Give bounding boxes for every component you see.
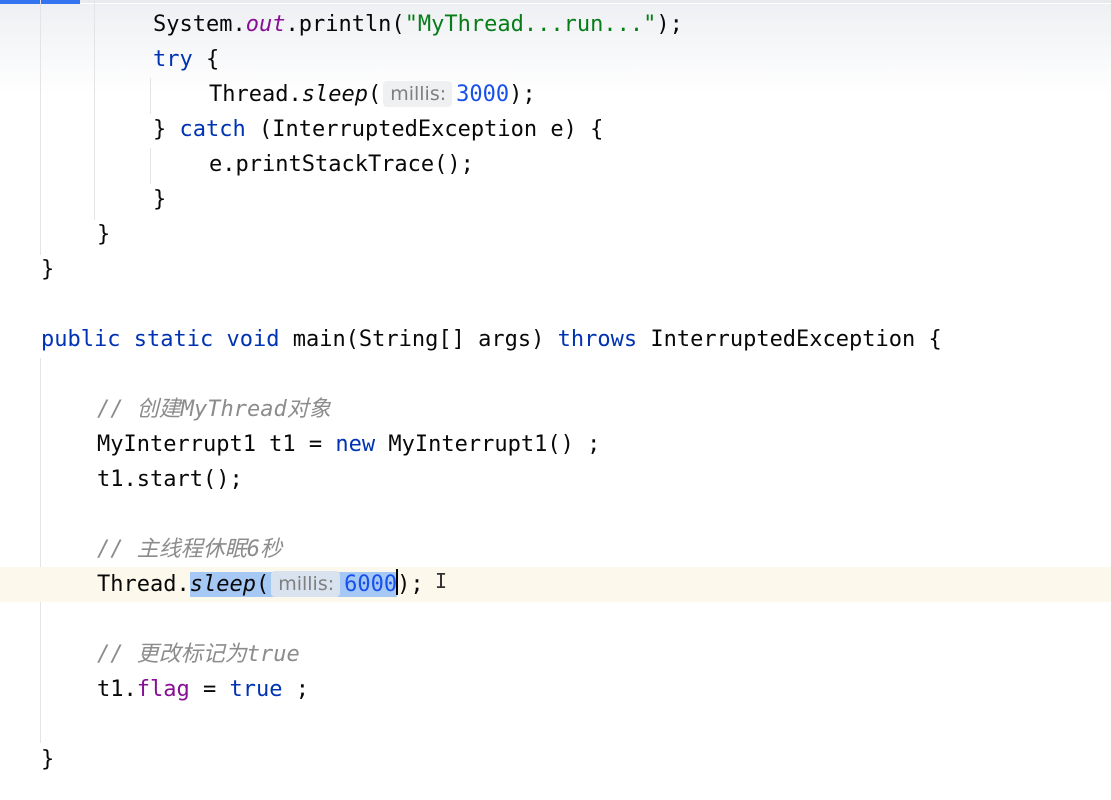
code-token: MyInterrupt1 t1 = [97,432,336,457]
keyword-token: public [41,327,121,352]
code-token: Thread. [209,82,302,107]
code-line-close-class[interactable]: } [0,252,1111,287]
tab-bar-border [80,0,1111,3]
text-selection[interactable]: sleep(millis: 6000 [189,571,398,597]
code-token: t1. [97,677,137,702]
parameter-hint: millis: [383,81,453,107]
keyword-token: new [335,432,376,457]
code-line-close-run[interactable]: } [0,217,1111,252]
code-token: ( [367,82,382,107]
code-editor[interactable]: System.out.println("MyThread...run...");… [0,0,1111,800]
code-token: ); [656,12,683,37]
keyword-token: throws [557,327,638,352]
code-token: MyInterrupt1() ; [375,432,601,457]
brace-token: } [153,187,167,212]
field-token: flag [136,677,190,702]
code-line-inner-sleep[interactable]: Thread.sleep(millis: 3000); [0,77,1111,112]
code-token: (InterruptedException e) { [245,117,604,142]
code-line-close-try[interactable]: } [0,182,1111,217]
keyword-token: void [226,327,280,352]
method-token: sleep [301,82,368,107]
brace-token: } [41,257,55,282]
code-line-start-call[interactable]: t1.start(); [0,462,1111,497]
comment-token: // 创建MyThread对象 [97,397,331,422]
code-token: ); [509,82,536,107]
code-line-print-trace[interactable]: e.printStackTrace(); [0,147,1111,182]
method-signature: main(String[] args) [292,327,545,352]
comment-token: // 主线程休眠6秒 [97,537,282,562]
code-token: Thread. [97,572,190,597]
code-token: ); [397,572,424,597]
code-token: .println( [285,12,405,37]
code-line-sleep-call[interactable]: Thread.sleep(millis: 6000); [0,567,1111,602]
brace-token: } [97,222,111,247]
code-line-comment-create[interactable]: // 创建MyThread对象 [0,392,1111,427]
code-token: { [192,47,220,72]
code-token: System. [153,12,246,37]
code-token: InterruptedException { [650,327,942,352]
field-token: out [245,12,286,37]
keyword-token: catch [179,117,246,142]
number-literal: 3000 [456,82,510,107]
code-line-comment-flag[interactable]: // 更改标记为true [0,637,1111,672]
comment-token: // 更改标记为true [97,642,300,667]
code-line-try[interactable]: try { [0,42,1111,77]
text-cursor-icon: I [435,569,448,593]
code-token: ( [255,572,270,597]
number-literal: 6000 [344,572,398,597]
string-literal: "MyThread...run..." [404,12,657,37]
code-token: t1.start(); [97,467,243,492]
method-token: sleep [189,572,256,597]
code-line-new-object[interactable]: MyInterrupt1 t1 = new MyInterrupt1() ; [0,427,1111,462]
keyword-token: static [133,327,214,352]
code-token: ; [282,677,309,702]
keyword-token: try [153,47,193,72]
code-line-comment-sleep[interactable]: // 主线程休眠6秒 [0,532,1111,567]
parameter-hint: millis: [271,571,341,597]
code-token: e.printStackTrace(); [209,152,474,177]
code-token: = [189,677,230,702]
code-line-main-signature[interactable]: public static void main(String[] args) t… [0,322,1111,357]
code-line-catch[interactable]: } catch (InterruptedException e) { [0,112,1111,147]
code-line-flag-assign[interactable]: t1.flag = true ; [0,672,1111,707]
code-token: } [153,117,180,142]
code-line-close-main[interactable]: } [0,742,1111,777]
brace-token: } [41,747,55,772]
keyword-token: true [229,677,283,702]
code-line-println[interactable]: System.out.println("MyThread...run..."); [0,7,1111,42]
